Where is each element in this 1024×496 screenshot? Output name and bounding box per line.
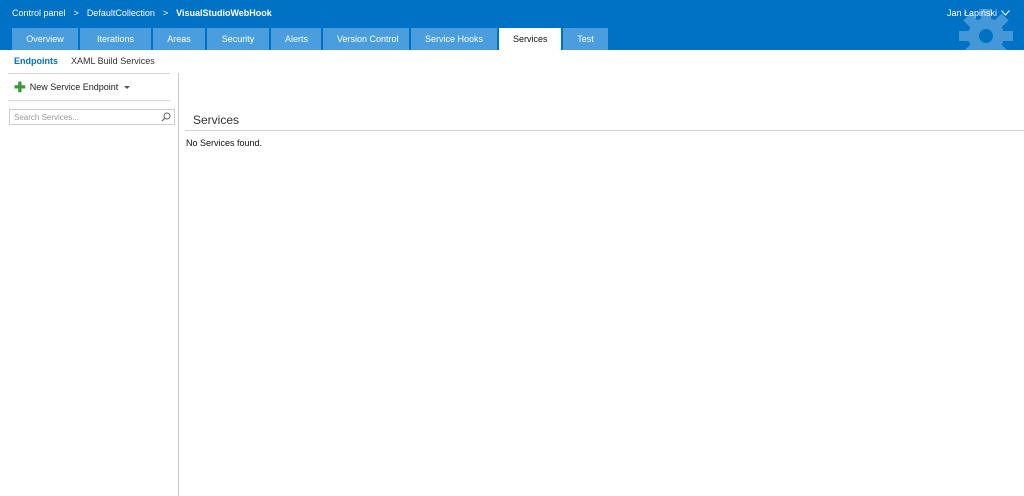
breadcrumb-collection[interactable]: DefaultCollection [87, 8, 155, 18]
breadcrumb: Control panel > DefaultCollection > Visu… [12, 8, 272, 18]
tab-test[interactable]: Test [563, 28, 608, 50]
divider [8, 100, 170, 101]
tab-security[interactable]: Security [207, 28, 269, 50]
subnav-xaml-build-services[interactable]: XAML Build Services [71, 56, 155, 66]
new-service-endpoint-button[interactable]: ✚ New Service Endpoint [14, 79, 131, 95]
search-box [9, 109, 175, 125]
empty-state-message: No Services found. [186, 138, 263, 148]
tab-overview[interactable]: Overview [12, 28, 78, 50]
breadcrumb-separator: > [162, 8, 169, 18]
breadcrumb-project: VisualStudioWebHook [176, 8, 272, 18]
search-input[interactable] [10, 110, 164, 124]
breadcrumb-control-panel[interactable]: Control panel [12, 8, 66, 18]
divider [8, 73, 170, 74]
top-header: Control panel > DefaultCollection > Visu… [0, 0, 1024, 50]
divider [185, 130, 1024, 131]
tab-areas[interactable]: Areas [153, 28, 205, 50]
new-service-endpoint-label: New Service Endpoint [29, 82, 119, 92]
tab-service-hooks[interactable]: Service Hooks [411, 28, 497, 50]
caret-down-icon [124, 85, 131, 89]
tab-alerts[interactable]: Alerts [271, 28, 321, 50]
tab-iterations[interactable]: Iterations [80, 28, 151, 50]
breadcrumb-separator: > [73, 8, 79, 18]
plus-icon: ✚ [14, 79, 26, 95]
subnav-endpoints[interactable]: Endpoints [14, 56, 58, 66]
tab-services[interactable]: Services [499, 28, 561, 50]
search-icon[interactable] [161, 112, 171, 122]
sub-navigation: Endpoints XAML Build Services [14, 56, 155, 66]
user-menu[interactable]: Jan Łapiński [947, 8, 1010, 18]
left-panel: ✚ New Service Endpoint [0, 73, 179, 496]
chevron-down-icon [1001, 10, 1010, 16]
tab-bar: Overview Iterations Areas Security Alert… [12, 28, 608, 50]
tab-version-control[interactable]: Version Control [323, 28, 409, 50]
user-name: Jan Łapiński [946, 8, 997, 18]
services-heading: Services [193, 113, 240, 127]
